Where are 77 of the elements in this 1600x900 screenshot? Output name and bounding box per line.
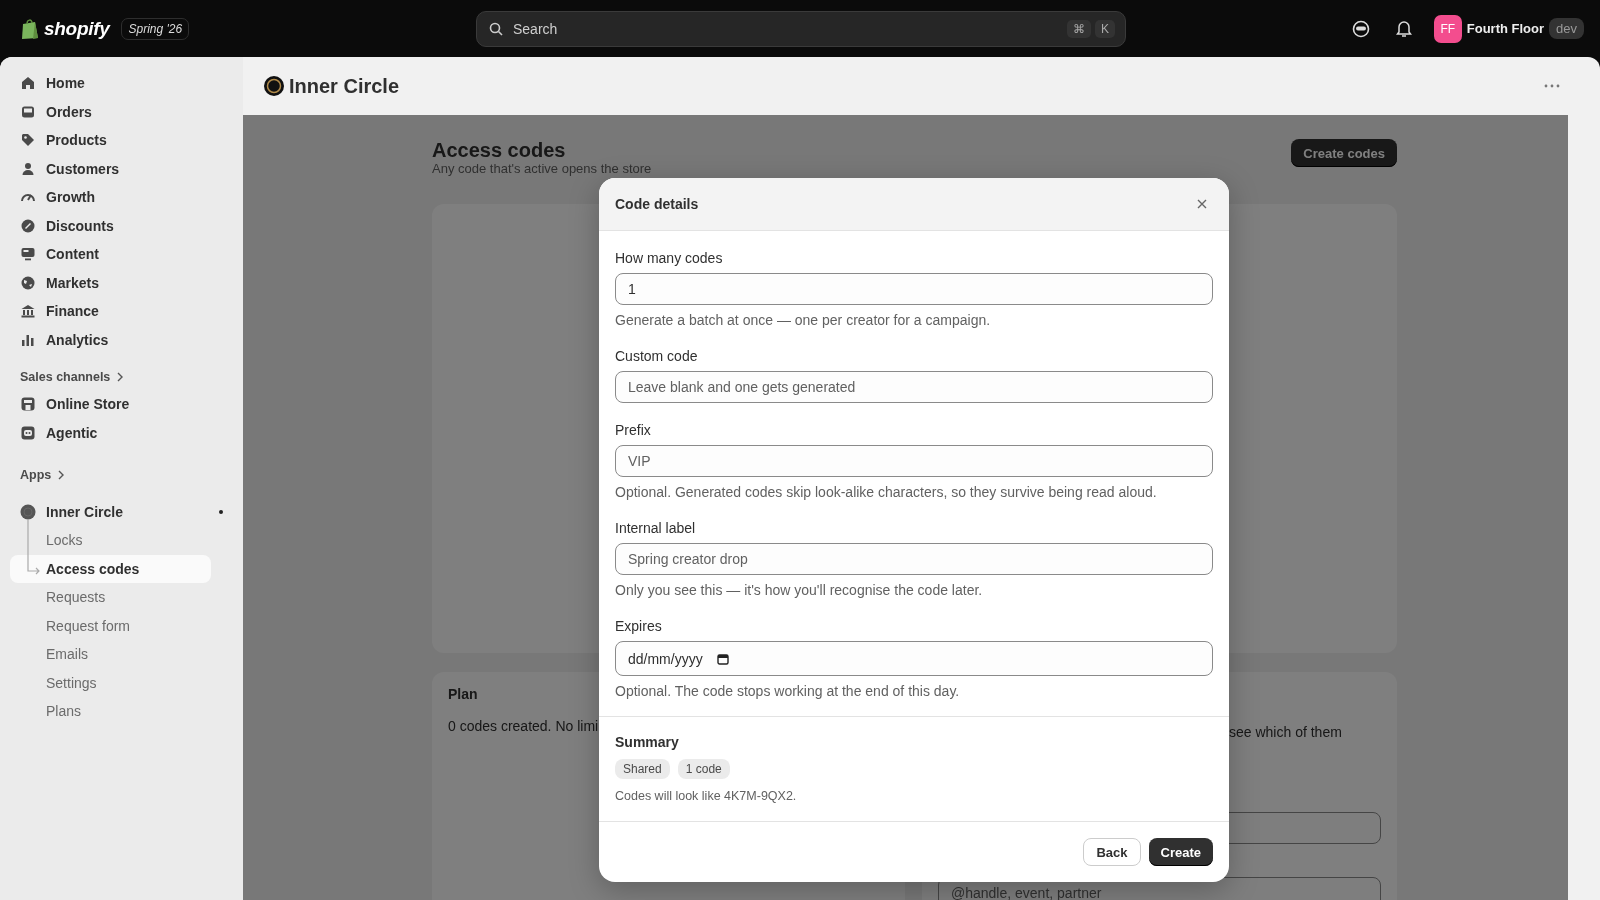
robot-icon: [20, 424, 36, 441]
bank-icon: [20, 303, 36, 320]
shortcut-key: ⌘: [1067, 19, 1091, 38]
nav-item[interactable]: Online Store: [0, 390, 233, 419]
edition-badge: Spring '26: [121, 17, 190, 40]
nav-item[interactable]: Inner Circle: [0, 498, 233, 526]
input-field[interactable]: VIP: [615, 445, 1213, 477]
app-logo-icon: [264, 76, 284, 96]
input-field[interactable]: 1: [615, 273, 1213, 305]
summary-title: Summary: [615, 733, 680, 751]
field-label: Prefix: [615, 421, 652, 439]
shortcut-key: K: [1095, 19, 1115, 38]
create-button[interactable]: Create: [1148, 838, 1213, 866]
summary-tag: 1 code: [677, 759, 730, 779]
store-name[interactable]: Fourth Floor: [1466, 21, 1545, 36]
help-text: Optional. Generated codes skip look-alike characters, so they survive being read aloud.: [615, 483, 1158, 501]
field-label: Expires: [615, 617, 663, 635]
nav-item[interactable]: Analytics: [0, 325, 233, 354]
monitor-icon: [20, 246, 36, 263]
nav-subitem[interactable]: Emails: [10, 640, 211, 669]
nav-subitem[interactable]: Request form: [10, 611, 211, 640]
field-label: How many codes: [615, 249, 724, 267]
calendar-icon: [716, 652, 729, 665]
nav-item[interactable]: Finance: [0, 297, 233, 326]
search-bar[interactable]: Search ⌘ K: [476, 10, 1126, 47]
dot-icon: [219, 510, 223, 514]
tag-icon: [20, 132, 36, 149]
section-heading[interactable]: Apps: [0, 462, 243, 488]
chevron-right-icon: [116, 372, 125, 382]
shopping-bag-icon: [20, 17, 40, 40]
date-field[interactable]: dd/mm/yyyy: [615, 641, 1213, 676]
modal-title: Code details: [615, 196, 699, 212]
environment-badge: dev: [1549, 18, 1584, 39]
card-text: 0 codes created. No limi: [448, 718, 599, 734]
search-field[interactable]: Search: [511, 19, 1059, 38]
help-text: Only you see this — it's how you'll recognise the code later.: [615, 581, 984, 599]
summary-text: Codes will look like 4K7M-9QX2.: [615, 788, 798, 805]
home-icon: [20, 75, 36, 92]
close-icon[interactable]: [1197, 199, 1207, 209]
input-field[interactable]: Spring creator drop: [615, 543, 1213, 575]
input-field[interactable]: Leave blank and one gets generated: [615, 371, 1213, 403]
page-title: Inner Circle: [289, 74, 400, 98]
nav-item[interactable]: Content: [0, 240, 233, 269]
nav-item[interactable]: Markets: [0, 268, 233, 297]
card-text: see which of them: [1229, 724, 1342, 740]
assistant-icon[interactable]: [1351, 19, 1370, 38]
nav-item[interactable]: Products: [0, 126, 233, 155]
section-title: Access codes: [432, 139, 567, 161]
field-label: Custom code: [615, 347, 699, 365]
help-text: Generate a batch at once — one per creator for a campaign.: [615, 311, 992, 329]
nav-subitem[interactable]: Access codes: [10, 554, 211, 583]
person-icon: [20, 160, 36, 177]
card-title: Plan: [448, 686, 478, 702]
bell-icon[interactable]: [1395, 19, 1412, 38]
field-label: Internal label: [615, 519, 697, 537]
app-circle-icon: [20, 504, 36, 520]
nav-subitem[interactable]: Plans: [10, 697, 211, 726]
section-heading[interactable]: Sales channels: [0, 364, 243, 390]
nav-item[interactable]: Discounts: [0, 211, 233, 240]
nav-subitem[interactable]: Requests: [10, 583, 211, 612]
create-codes-button[interactable]: Create codes: [1291, 139, 1397, 167]
nav-subitem[interactable]: Locks: [10, 526, 211, 555]
help-text: Optional. The code stops working at the end of this day.: [615, 682, 961, 700]
search-icon: [489, 21, 503, 36]
back-button[interactable]: Back: [1083, 838, 1141, 866]
nav-item[interactable]: Home: [0, 69, 233, 98]
more-icon[interactable]: [1544, 84, 1560, 88]
logo-text: shopify: [44, 17, 110, 40]
nav-subitem[interactable]: Settings: [10, 668, 211, 697]
nav-item[interactable]: Customers: [0, 154, 233, 183]
nav-item[interactable]: Growth: [0, 183, 233, 212]
chevron-right-icon: [57, 470, 66, 480]
section-subtitle: Any code that's active opens the store: [432, 162, 652, 176]
globe-icon: [20, 274, 36, 291]
nav-item[interactable]: Orders: [0, 97, 233, 126]
summary-tag: Shared: [615, 759, 670, 779]
nav-item[interactable]: Agentic: [0, 418, 233, 447]
